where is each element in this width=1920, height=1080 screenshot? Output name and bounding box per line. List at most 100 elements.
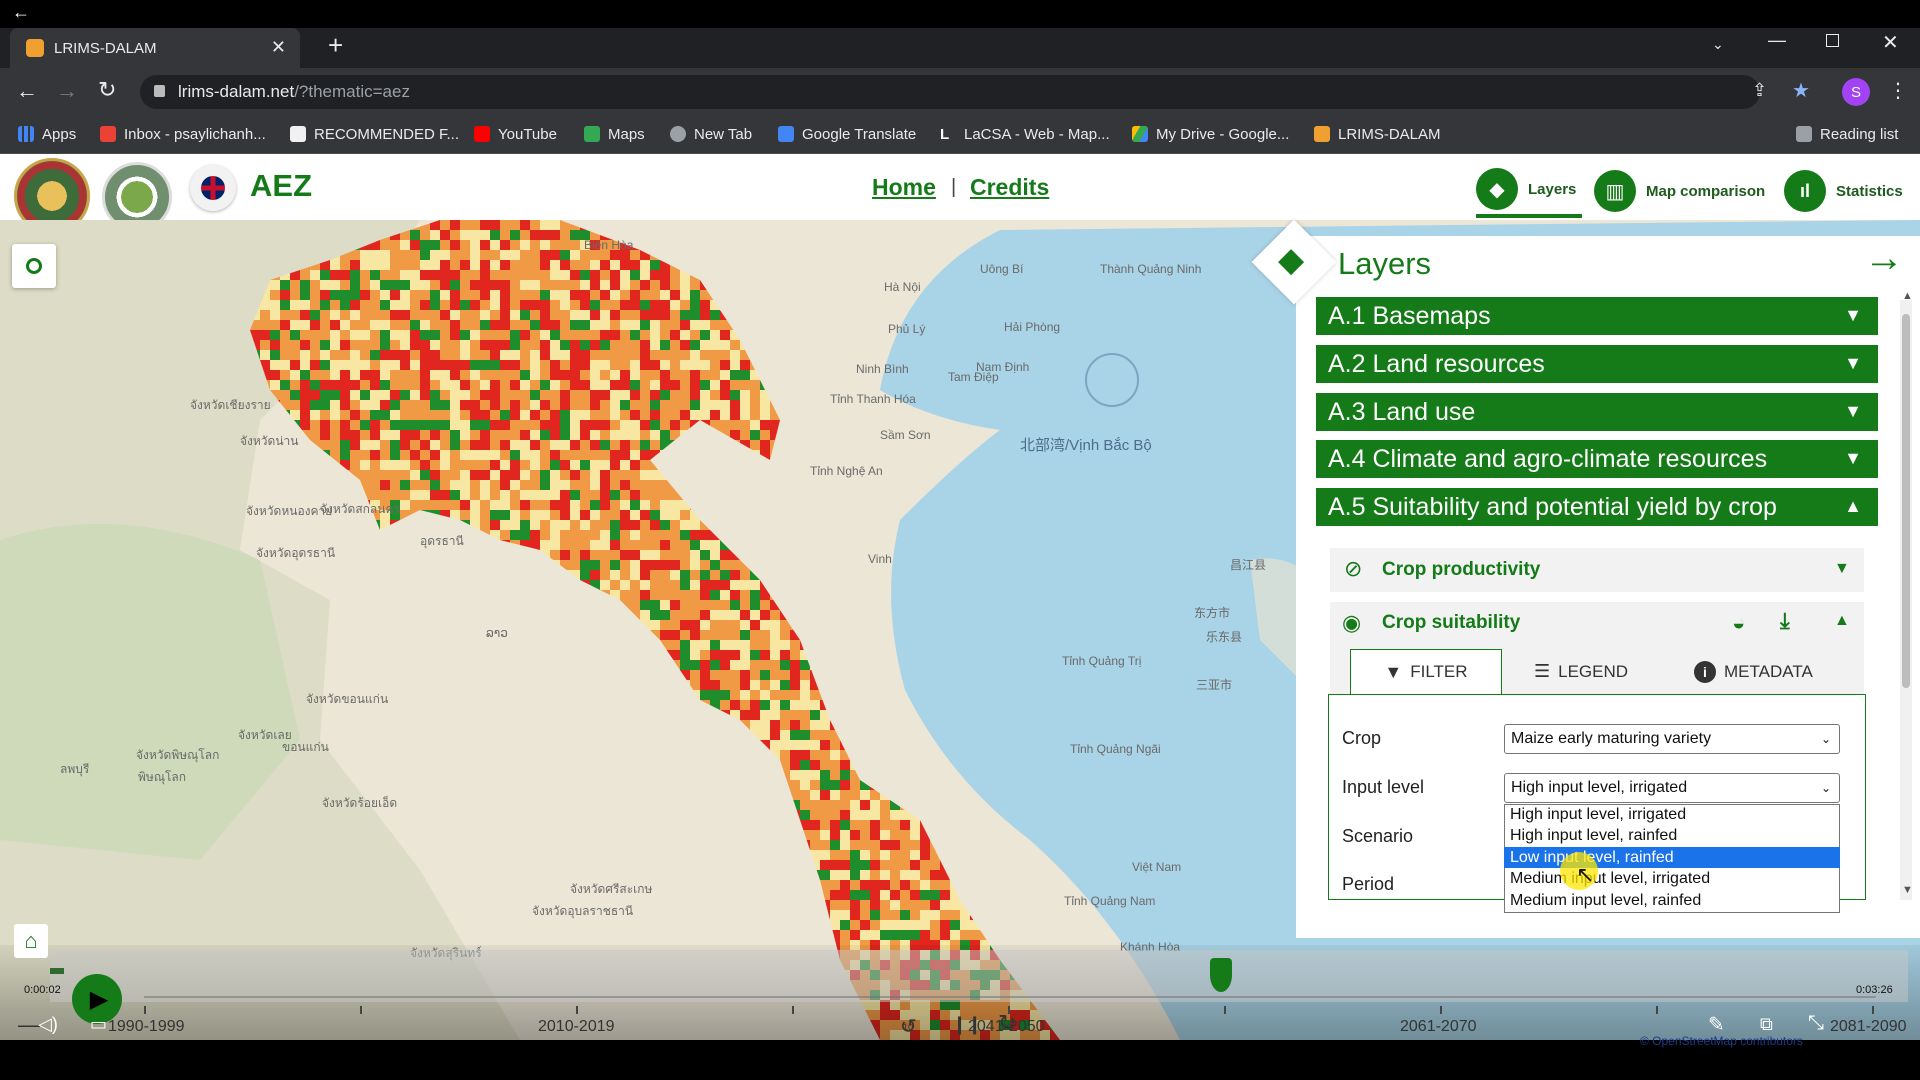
language-uk-flag-icon[interactable] [190, 165, 236, 211]
bookmark-youtube[interactable]: YouTube [474, 114, 557, 154]
raster-cell [330, 750, 340, 760]
raster-cell [860, 250, 870, 260]
raster-cell [310, 470, 320, 480]
tab-search-icon[interactable]: ⌄ [1712, 36, 1724, 53]
browser-menu-icon[interactable]: ⋮ [1888, 78, 1908, 103]
raster-cell [640, 500, 650, 510]
raster-cell [630, 520, 640, 530]
raster-cell [1050, 480, 1060, 490]
raster-cell [240, 670, 250, 680]
bookmark-recommended[interactable]: RECOMMENDED F... [290, 114, 459, 154]
reading-list[interactable]: Reading list [1796, 114, 1898, 154]
raster-cell [960, 560, 970, 570]
raster-cell [360, 240, 370, 250]
bookmark-translate[interactable]: Google Translate [778, 114, 916, 154]
raster-cell [920, 290, 930, 300]
raster-cell [990, 400, 1000, 410]
share-icon[interactable]: ⇪ [1752, 80, 1767, 101]
reading-list-label: Reading list [1820, 125, 1899, 143]
raster-cell [430, 560, 440, 570]
raster-cell [400, 570, 410, 580]
close-tab-icon[interactable]: ✕ [271, 37, 286, 58]
raster-cell [870, 700, 880, 710]
raster-cell [660, 490, 670, 500]
raster-cell [810, 490, 820, 500]
close-window-icon[interactable]: ✕ [1882, 30, 1899, 55]
back-arrow-icon[interactable]: ← [12, 2, 30, 23]
bookmark-drive[interactable]: My Drive - Google... [1132, 114, 1289, 154]
raster-cell [260, 230, 270, 240]
back-icon[interactable]: ← [16, 78, 38, 104]
raster-cell [990, 460, 1000, 470]
raster-cell [830, 510, 840, 520]
raster-cell [640, 560, 650, 570]
raster-cell [880, 740, 890, 750]
bookmark-new-tab[interactable]: New Tab [670, 114, 752, 154]
nav-home-link[interactable]: Home [872, 174, 936, 201]
raster-cell [660, 620, 670, 630]
reload-icon[interactable]: ↻ [98, 77, 116, 103]
raster-cell [520, 290, 530, 300]
raster-cell [780, 620, 790, 630]
raster-cell [650, 660, 660, 670]
tool-map-comparison-button[interactable]: ▥ Map comparison [1594, 164, 1770, 218]
new-tab-icon[interactable]: + [328, 30, 343, 61]
raster-cell [490, 220, 500, 230]
raster-cell [420, 370, 430, 380]
raster-cell [280, 260, 290, 270]
raster-cell [380, 620, 390, 630]
raster-cell [760, 450, 770, 460]
forward-icon[interactable]: → [56, 78, 78, 104]
raster-cell [340, 310, 350, 320]
raster-cell [380, 490, 390, 500]
raster-cell [500, 640, 510, 650]
raster-cell [700, 550, 710, 560]
raster-cell [320, 660, 330, 670]
raster-cell [850, 730, 860, 740]
raster-cell [310, 280, 320, 290]
bookmark-maps[interactable]: Maps [584, 114, 645, 154]
raster-cell [910, 540, 920, 550]
bookmark-lacsa[interactable]: L LaCSA - Web - Map... [940, 114, 1110, 154]
tool-statistics-button[interactable]: ıl Statistics [1784, 164, 1920, 218]
raster-cell [650, 400, 660, 410]
raster-cell [840, 510, 850, 520]
raster-cell [460, 430, 470, 440]
raster-cell [850, 540, 860, 550]
raster-cell [810, 670, 820, 680]
raster-cell [930, 760, 940, 770]
raster-cell [680, 310, 690, 320]
bookmark-lrims[interactable]: LRIMS-DALAM [1314, 114, 1441, 154]
raster-cell [570, 540, 580, 550]
raster-cell [880, 480, 890, 490]
raster-cell [910, 250, 920, 260]
tool-layers-button[interactable]: ◆ Layers [1476, 164, 1582, 218]
raster-cell [700, 380, 710, 390]
raster-cell [690, 590, 700, 600]
raster-cell [240, 790, 250, 800]
restore-icon[interactable] [1826, 34, 1839, 47]
url-field[interactable]: lrims-dalam.net/?thematic=aez [140, 75, 1760, 109]
raster-cell [440, 320, 450, 330]
raster-cell [930, 490, 940, 500]
raster-cell [430, 430, 440, 440]
raster-cell [270, 250, 280, 260]
raster-cell [960, 570, 970, 580]
bookmark-gmail[interactable]: Inbox - psaylichanh... [100, 114, 266, 154]
profile-avatar[interactable]: S [1842, 78, 1870, 106]
raster-cell [700, 770, 710, 780]
raster-cell [530, 270, 540, 280]
raster-cell [1010, 690, 1020, 700]
raster-cell [350, 780, 360, 790]
raster-cell [920, 650, 930, 660]
raster-cell [1040, 640, 1050, 650]
raster-cell [960, 410, 970, 420]
bookmark-apps[interactable]: Apps [18, 114, 76, 154]
minimize-icon[interactable]: — [1768, 30, 1786, 51]
bookmark-star-icon[interactable]: ★ [1792, 78, 1810, 103]
nav-credits-link[interactable]: Credits [970, 174, 1049, 201]
browser-tab[interactable]: LRIMS-DALAM ✕ [10, 28, 300, 68]
raster-cell [470, 390, 480, 400]
raster-cell [360, 310, 370, 320]
raster-cell [450, 330, 460, 340]
